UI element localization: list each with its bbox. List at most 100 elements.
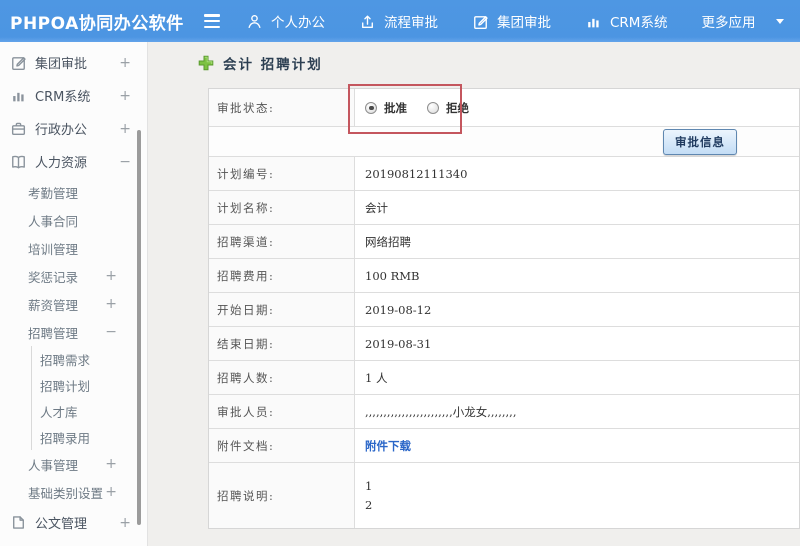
nav-group-approval[interactable]: 集团审批 — [472, 11, 551, 31]
caret-down-icon — [776, 18, 785, 24]
sidebar-item-label: 人力资源 — [35, 156, 88, 171]
nav-item-label: 集团审批 — [497, 15, 551, 31]
form-value-text: ,,,,,,,,,,,,,,,,,,,,,,,,小龙女,,,,,,,, — [365, 404, 517, 419]
form-value-text: 2019-08-12 — [365, 302, 432, 317]
form-row-approval-status: 审批状态: 批准 拒绝 — [209, 89, 799, 127]
sidebar-item-base-category[interactable]: 基础类别设置 + — [0, 478, 147, 506]
sidebar-item-admin-office[interactable]: 行政办公 + — [0, 112, 147, 145]
sidebar-item-reward-record[interactable]: 奖惩记录 + — [0, 262, 147, 290]
chart-icon — [585, 13, 602, 30]
hamburger-menu-icon[interactable] — [204, 14, 220, 28]
recruit-plan-form: 审批状态: 批准 拒绝 审批信息 计划编号: 20190812111340 计划名称:… — [208, 88, 800, 529]
sidebar-item-label: 基础类别设置 — [28, 485, 104, 501]
form-row-value: 附件下载 — [355, 429, 799, 462]
attachment-download-link[interactable]: 附件下载 — [365, 438, 411, 454]
form-row: 附件文档: 附件下载 — [209, 429, 799, 463]
form-row-label: 招聘说明: — [209, 463, 355, 528]
sidebar-item-label: 招聘需求 — [40, 352, 91, 368]
page-title: 会计 招聘计划 — [198, 53, 323, 73]
form-value-text: 1 人 — [365, 370, 388, 385]
form-value-line: 2 — [365, 497, 373, 512]
radio-option-approve[interactable]: 批准 — [365, 100, 407, 116]
sidebar-item-label: 招聘计划 — [40, 378, 91, 394]
form-row-label: 计划编号: — [209, 157, 355, 190]
sidebar-item-document-mgmt[interactable]: 公文管理 + — [0, 506, 147, 539]
nav-item-label: 流程审批 — [384, 15, 438, 31]
collapse-minus-icon[interactable]: − — [105, 325, 117, 339]
form-row-value: 100 RMB — [355, 259, 799, 292]
sidebar-item-label: 奖惩记录 — [28, 269, 79, 285]
expand-plus-icon[interactable]: + — [119, 516, 131, 530]
sidebar-item-group-approval[interactable]: 集团审批 + — [0, 46, 147, 79]
sidebar-item-recruit-mgmt[interactable]: 招聘管理 − — [0, 318, 147, 346]
nav-workflow-approval[interactable]: 流程审批 — [359, 11, 438, 31]
form-value-text: 100 RMB — [365, 268, 420, 283]
doc-icon — [10, 514, 27, 531]
approve-info-button[interactable]: 审批信息 — [663, 128, 737, 155]
top-header-bar: PHPOA协同办公软件 个人办公 流程审批 集团审批 CRM系统 更多应用 — [0, 0, 800, 42]
top-nav: 个人办公 流程审批 集团审批 CRM系统 更多应用 — [246, 11, 785, 31]
radio-option-label: 批准 — [384, 100, 407, 115]
expand-plus-icon[interactable]: + — [119, 122, 131, 136]
form-row-value: ,,,,,,,,,,,,,,,,,,,,,,,,小龙女,,,,,,,, — [355, 395, 799, 428]
sidebar-item-vehicle-mgmt[interactable]: 用车管理+ — [0, 539, 147, 546]
expand-plus-icon[interactable]: + — [105, 297, 117, 311]
form-row-value: 批准 拒绝 — [355, 89, 799, 126]
form-value-text: 网络招聘 — [365, 234, 411, 249]
expand-plus-icon[interactable]: + — [105, 485, 117, 499]
sidebar-item-salary[interactable]: 薪资管理 + — [0, 290, 147, 318]
nav-personal-office[interactable]: 个人办公 — [246, 11, 325, 31]
form-row-value: 2019-08-12 — [355, 293, 799, 326]
sidebar-item-label: 行政办公 — [35, 123, 88, 138]
sidebar-item-training[interactable]: 培训管理 — [0, 234, 147, 262]
radio-option-reject[interactable]: 拒绝 — [427, 100, 469, 116]
sidebar-item-recruit-hire[interactable]: 招聘录用 — [31, 424, 147, 450]
form-value-text: 2019-08-31 — [365, 336, 432, 351]
expand-plus-icon[interactable]: + — [119, 89, 131, 103]
nav-more-apps[interactable]: 更多应用 — [701, 11, 785, 31]
nav-item-label: 个人办公 — [271, 15, 325, 31]
sidebar-item-recruit-plan[interactable]: 招聘计划 — [31, 372, 147, 398]
form-row-value: 20190812111340 — [355, 157, 799, 190]
sidebar-item-label: 人事合同 — [28, 213, 79, 229]
form-row-label: 结束日期: — [209, 327, 355, 360]
page-title-text: 会计 招聘计划 — [223, 57, 323, 73]
expand-plus-icon[interactable]: + — [119, 56, 131, 70]
form-row-label: 附件文档: — [209, 429, 355, 462]
form-row-label: 招聘费用: — [209, 259, 355, 292]
form-row: 计划编号: 20190812111340 — [209, 157, 799, 191]
sidebar-item-hr[interactable]: 人力资源 − — [0, 145, 147, 178]
form-row: 招聘渠道: 网络招聘 — [209, 225, 799, 259]
nav-item-label: 更多应用 — [701, 15, 756, 31]
app-brand: PHPOA协同办公软件 — [10, 13, 184, 34]
radio-checked-icon[interactable] — [365, 101, 377, 114]
sidebar-item-talent-pool[interactable]: 人才库 — [31, 398, 147, 424]
sidebar-item-attendance[interactable]: 考勤管理 — [0, 178, 147, 206]
form-row-value: 1 人 — [355, 361, 799, 394]
form-row: 结束日期: 2019-08-31 — [209, 327, 799, 361]
nav-item-label: CRM系统 — [610, 15, 668, 31]
person-icon — [246, 13, 263, 30]
main-content: 会计 招聘计划 审批状态: 批准 拒绝 审批信息 计划编号: 20190812111… — [148, 42, 800, 546]
sidebar-item-recruit-need[interactable]: 招聘需求 — [31, 346, 147, 372]
sidebar-item-hr-contract[interactable]: 人事合同 — [0, 206, 147, 234]
expand-plus-icon[interactable]: + — [105, 269, 117, 283]
sidebar: 集团审批 + CRM系统 + 行政办公 + 人力资源 − 考勤管理 人事合同 培训管理 奖惩记录 + 薪资… — [0, 42, 148, 546]
radio-option-label: 拒绝 — [446, 100, 469, 115]
flow-icon — [359, 13, 376, 30]
form-value-text: 20190812111340 — [365, 166, 468, 181]
sidebar-item-label: 招聘录用 — [40, 430, 91, 446]
collapse-minus-icon[interactable]: − — [119, 155, 131, 169]
form-row-label: 审批人员: — [209, 395, 355, 428]
edit-icon — [10, 54, 27, 71]
sidebar-item-label: 人才库 — [40, 404, 78, 420]
green-plus-icon — [198, 55, 214, 71]
form-row: 审批人员: ,,,,,,,,,,,,,,,,,,,,,,,,小龙女,,,,,,,, — [209, 395, 799, 429]
expand-plus-icon[interactable]: + — [105, 457, 117, 471]
radio-unchecked-icon[interactable] — [427, 101, 439, 114]
sidebar-item-crm-system[interactable]: CRM系统 + — [0, 79, 147, 112]
sidebar-item-personnel[interactable]: 人事管理 + — [0, 450, 147, 478]
sidebar-scrollbar-thumb[interactable] — [137, 130, 141, 525]
nav-crm-system[interactable]: CRM系统 — [585, 11, 667, 31]
approval-radio-group: 批准 拒绝 — [365, 100, 469, 116]
